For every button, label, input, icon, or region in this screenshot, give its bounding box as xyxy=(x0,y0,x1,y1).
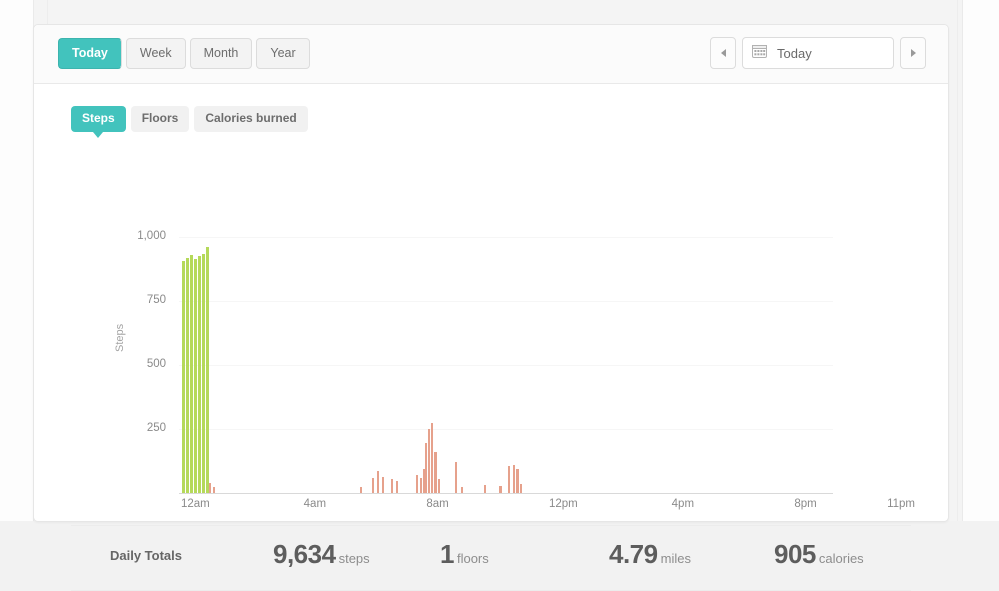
x-tick-12pm: 12pm xyxy=(549,498,578,510)
chart-bar xyxy=(516,468,519,493)
chart-bar xyxy=(209,482,212,493)
page-background: Today Week Month Year Today Steps Floors… xyxy=(0,0,999,591)
chart-bar xyxy=(382,477,385,493)
chart-bar xyxy=(499,485,502,493)
chart-bar xyxy=(484,485,487,493)
chart-bar xyxy=(391,478,394,493)
range-tab-week[interactable]: Week xyxy=(125,38,186,69)
totals-divider-top xyxy=(71,525,911,526)
total-floors-value: 1 xyxy=(440,539,454,569)
chart-bar xyxy=(431,422,434,493)
calendar-icon xyxy=(752,44,767,63)
y-tick-1000: 1,000 xyxy=(137,230,166,242)
x-tick-4pm: 4pm xyxy=(671,498,695,510)
total-steps-unit: steps xyxy=(338,551,370,566)
total-miles-unit: miles xyxy=(660,551,691,566)
chart-bar xyxy=(455,462,458,493)
chart-bar xyxy=(424,443,428,493)
previous-day-button[interactable] xyxy=(710,37,736,69)
total-calories: 905 calories xyxy=(774,539,864,570)
card-body: Steps Floors Calories burned Steps 250 50… xyxy=(34,84,948,591)
x-tick-8am: 8am xyxy=(426,498,449,510)
chevron-left-icon xyxy=(720,49,726,57)
total-steps: 9,634 steps xyxy=(273,539,370,570)
chart-bar xyxy=(205,247,209,493)
x-tick-8pm: 8pm xyxy=(794,498,817,510)
x-axis-line xyxy=(179,493,833,494)
chart-bar xyxy=(396,480,399,493)
steps-chart: Steps 250 500 750 1,000 12am 4am 8am 12pm 4pm 8p… xyxy=(34,84,948,510)
chart-bar xyxy=(202,253,205,493)
chart-bar xyxy=(507,466,510,493)
range-tab-group: Today Week Month Year xyxy=(58,38,310,69)
x-tick-11pm: 11pm xyxy=(887,498,915,510)
x-tick-12am: 12am xyxy=(181,498,210,510)
card-header: Today Week Month Year Today xyxy=(34,25,948,84)
chart-bar xyxy=(190,254,193,493)
activity-card: Today Week Month Year Today Steps Floors… xyxy=(33,24,949,591)
total-miles-value: 4.79 xyxy=(609,539,658,569)
chart-bar xyxy=(194,258,197,493)
total-calories-value: 905 xyxy=(774,539,816,569)
total-floors-unit: floors xyxy=(456,551,489,566)
y-tick-250: 250 xyxy=(146,422,166,434)
left-gutter xyxy=(0,0,34,521)
chart-plot-area xyxy=(179,237,915,493)
x-tick-4am: 4am xyxy=(303,498,327,510)
page-seam-right xyxy=(957,0,958,521)
range-tab-month[interactable]: Month xyxy=(189,38,253,69)
total-floors: 1 floors xyxy=(440,539,489,570)
y-tick-500: 500 xyxy=(146,358,166,370)
range-tab-year[interactable]: Year xyxy=(256,38,310,69)
chart-bar xyxy=(512,464,515,493)
chart-bar xyxy=(186,257,189,493)
chart-bar xyxy=(415,475,418,493)
daily-totals-label: Daily Totals xyxy=(110,548,183,563)
total-steps-value: 9,634 xyxy=(273,539,336,569)
date-picker-field[interactable]: Today xyxy=(742,37,894,69)
chart-bar xyxy=(182,261,185,493)
date-navigation: Today xyxy=(710,37,926,69)
range-tab-today[interactable]: Today xyxy=(58,38,122,69)
chart-bar xyxy=(428,429,431,493)
current-date-label: Today xyxy=(777,45,812,61)
x-axis-tick-labels: 12am 4am 8am 12pm 4pm 8pm 11pm xyxy=(179,498,915,516)
next-day-button[interactable] xyxy=(900,37,926,69)
y-tick-750: 750 xyxy=(146,294,166,306)
total-miles: 4.79 miles xyxy=(609,539,691,570)
y-axis-tick-labels: 250 500 750 1,000 xyxy=(126,84,166,434)
chart-bar xyxy=(198,256,201,493)
right-gutter xyxy=(962,0,999,521)
chart-bar xyxy=(434,452,437,493)
chart-bar xyxy=(520,484,523,493)
daily-totals-row: Daily Totals 9,634 steps 1 floors 4.79 mile… xyxy=(34,539,948,583)
chevron-right-icon xyxy=(910,49,916,57)
chart-bar xyxy=(438,478,441,493)
chart-bar xyxy=(372,477,375,493)
chart-bar xyxy=(376,471,379,493)
total-calories-unit: calories xyxy=(818,551,864,566)
y-axis-title: Steps xyxy=(114,323,126,352)
